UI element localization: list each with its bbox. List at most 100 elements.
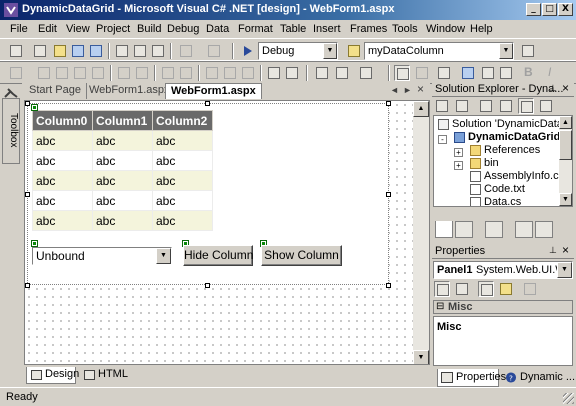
property-pages-icon[interactable] [522,281,538,297]
z-order-icon[interactable] [480,65,496,81]
align-bottom-icon[interactable] [90,65,106,81]
scroll-up-icon[interactable]: ▲ [559,116,572,129]
resize-handle[interactable] [25,283,30,288]
delete-icon[interactable] [358,65,374,81]
resize-handle[interactable] [386,101,391,106]
data-grid[interactable]: Column0 Column1 Column2 abc abc abc abc … [32,110,213,231]
view-code-icon[interactable] [434,98,450,114]
menu-build[interactable]: Build [137,22,161,36]
expand-icon[interactable]: + [454,161,463,170]
resize-handle[interactable] [386,192,391,197]
italic-button[interactable]: I [548,65,551,79]
close-document-icon[interactable]: × [417,82,424,96]
menu-table[interactable]: Table [280,22,306,36]
chevron-down-icon[interactable]: ▼ [156,248,171,264]
close-button[interactable]: X [558,3,573,16]
pin-icon[interactable]: ⊥ [549,245,557,256]
menu-data[interactable]: Data [206,22,229,36]
design-surface[interactable]: Column0 Column1 Column2 abc abc abc abc … [24,100,430,365]
table-borders-icon[interactable] [266,65,282,81]
scroll-down-icon[interactable]: ▼ [413,350,429,364]
scroll-tabs-left-icon[interactable]: ◄ [390,85,399,95]
align-left-icon[interactable] [8,65,24,81]
resize-handle[interactable] [386,283,391,288]
resize-handle[interactable] [25,101,30,106]
solution-tree[interactable]: Solution 'DynamicDataGrid' - DynamicData… [433,115,573,207]
properties-view-icon[interactable] [478,281,494,297]
undo-icon[interactable] [178,43,194,59]
scroll-tabs-right-icon[interactable]: ► [403,85,412,95]
resize-handle[interactable] [205,283,210,288]
bold-button[interactable]: B [524,65,533,79]
tab-html[interactable]: HTML [80,367,130,384]
menu-window[interactable]: Window [426,22,465,36]
resize-grip[interactable] [563,393,574,404]
solution-explorer-tab-icon[interactable] [435,221,453,238]
collapse-icon[interactable]: - [438,135,447,144]
size-to-grid-icon[interactable] [134,65,150,81]
scroll-down-icon[interactable]: ▼ [559,193,572,206]
resize-handle[interactable] [205,101,210,106]
panel1[interactable]: Column0 Column1 Column2 abc abc abc abc … [27,103,389,285]
find-in-files-icon[interactable] [346,43,362,59]
tab-design[interactable]: Design [26,367,79,384]
help-index-tab-icon[interactable] [535,221,553,238]
menu-file[interactable]: File [10,22,28,36]
configuration-select[interactable]: Debug ▼ [258,42,338,60]
close-pane-icon[interactable]: × [562,243,569,257]
same-size-icon[interactable] [116,65,132,81]
menu-view[interactable]: View [66,22,90,36]
expand-icon[interactable]: + [454,148,463,157]
new-project-icon[interactable] [8,43,24,59]
absolute-position-icon[interactable] [460,65,476,81]
categorized-icon[interactable] [434,281,450,297]
cut-icon[interactable] [114,43,130,59]
borders-dropdown-icon[interactable] [284,65,300,81]
menu-help[interactable]: Help [470,22,493,36]
object-selector[interactable]: Panel1 System.Web.UI.We ▼ [433,261,573,279]
scroll-thumb[interactable] [559,130,572,160]
center-horizontally-icon[interactable] [204,65,220,81]
copy-project-icon[interactable] [498,98,514,114]
tab-dynamic-help[interactable]: ? Dynamic ... [502,369,575,387]
chevron-down-icon[interactable]: ▼ [557,262,572,278]
horizontal-spacing-icon[interactable] [160,65,176,81]
refresh-icon[interactable] [478,98,494,114]
resize-handle[interactable] [25,192,30,197]
snap-to-grid-icon[interactable] [414,65,430,81]
scroll-up-icon[interactable]: ▲ [413,101,429,117]
insert-rows-icon[interactable] [334,65,350,81]
grid-layout-icon[interactable] [498,65,514,81]
properties-icon[interactable] [538,98,554,114]
show-all-files-icon[interactable] [518,98,534,114]
open-file-icon[interactable] [52,43,68,59]
tab-start-page[interactable]: Start Page [24,83,87,99]
tree-scrollbar[interactable]: ▲ ▼ [559,116,572,206]
minimize-button[interactable]: _ [526,3,541,16]
add-item-icon[interactable] [32,43,48,59]
solution-explorer-toolbar-icon[interactable] [520,43,536,59]
save-all-icon[interactable] [88,43,104,59]
resource-view-tab-icon[interactable] [485,221,503,238]
show-column-button[interactable]: Show Column [261,245,342,266]
tab-webform1-aspx[interactable]: WebForm1.aspx [165,83,262,99]
menu-debug[interactable]: Debug [167,22,199,36]
copy-icon[interactable] [132,43,148,59]
align-top-icon[interactable] [72,65,88,81]
paste-icon[interactable] [150,43,166,59]
chevron-down-icon[interactable]: ▼ [323,43,337,59]
alphabetical-icon[interactable] [454,281,470,297]
center-vertically-icon[interactable] [222,65,238,81]
category-toggle-icon[interactable]: ⊟ [436,301,444,312]
tab-properties[interactable]: Properties [437,369,506,387]
redo-icon[interactable] [206,43,222,59]
align-center-icon[interactable] [36,65,52,81]
close-pane-icon[interactable]: × [562,81,569,95]
events-icon[interactable] [498,281,514,297]
contents-tab-icon[interactable] [515,221,533,238]
menu-project[interactable]: Project [96,22,130,36]
class-view-tab-icon[interactable] [455,221,473,238]
save-icon[interactable] [70,43,86,59]
bring-to-front-icon[interactable] [240,65,256,81]
menu-frames[interactable]: Frames [350,22,387,36]
